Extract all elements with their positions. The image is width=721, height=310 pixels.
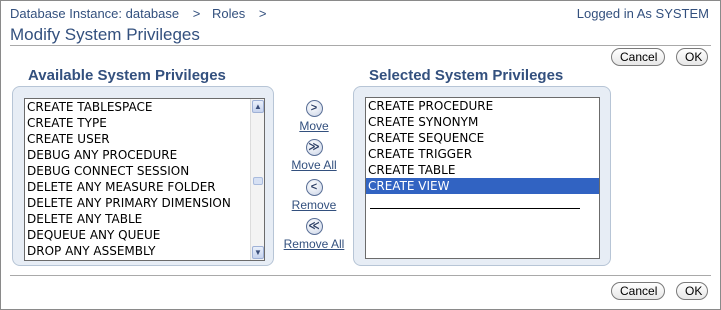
selected-privileges-list[interactable]: CREATE PROCEDURE CREATE SYNONYM CREATE SEQ… (365, 97, 600, 259)
available-privileges-panel: CREATE TABLESPACE CREATE TYPE CREATE USER D… (12, 86, 274, 266)
list-item[interactable]: CREATE TABLESPACE (25, 99, 250, 115)
move-control: > Move (274, 100, 354, 133)
list-item[interactable]: DELETE ANY PRIMARY DIMENSION (25, 195, 250, 211)
remove-control: < Remove (274, 179, 354, 212)
move-link[interactable]: Move (274, 119, 354, 133)
move-left-icon[interactable]: < (305, 179, 323, 196)
list-item[interactable]: DEQUEUE ANY QUEUE (25, 227, 250, 243)
breadcrumb-link-roles[interactable]: Roles (212, 6, 245, 21)
logged-in-status: Logged in As SYSTEM (576, 6, 709, 21)
page-title: Modify System Privileges (10, 25, 200, 44)
list-item[interactable]: CREATE VIEW (366, 178, 599, 194)
breadcrumb: Database Instance: database > Roles > (10, 6, 274, 21)
scroll-up-icon[interactable]: ▲ (252, 100, 264, 113)
move-right-icon[interactable]: > (305, 100, 323, 117)
breadcrumb-link-instance[interactable]: Database Instance: database (10, 6, 179, 21)
breadcrumb-separator: > (258, 6, 267, 21)
scroll-down-icon[interactable]: ▼ (252, 246, 264, 259)
ok-button-bottom[interactable]: OK (676, 282, 708, 300)
footer-divider (10, 275, 711, 276)
available-privileges-title: Available System Privileges (28, 67, 226, 84)
available-privileges-list[interactable]: CREATE TABLESPACE CREATE TYPE CREATE USER D… (24, 98, 265, 261)
ok-button-top[interactable]: OK (676, 48, 708, 66)
title-divider (10, 45, 711, 46)
list-item[interactable]: CREATE SYNONYM (366, 114, 599, 130)
available-items: CREATE TABLESPACE CREATE TYPE CREATE USER D… (25, 99, 250, 259)
selected-privileges-panel: CREATE PROCEDURE CREATE SYNONYM CREATE SEQ… (353, 86, 611, 266)
cancel-button-top[interactable]: Cancel (611, 48, 665, 66)
selected-items: CREATE PROCEDURE CREATE SYNONYM CREATE SEQ… (366, 98, 599, 194)
list-item[interactable]: DEBUG ANY PROCEDURE (25, 147, 250, 163)
list-item[interactable]: CREATE TYPE (25, 115, 250, 131)
remove-all-link[interactable]: Remove All (274, 237, 354, 251)
list-item[interactable]: CREATE TABLE (366, 162, 599, 178)
move-all-control: ≫ Move All (274, 139, 354, 172)
selected-privileges-title: Selected System Privileges (369, 67, 564, 84)
scroll-thumb[interactable] (253, 177, 263, 185)
list-item[interactable]: CREATE PROCEDURE (366, 98, 599, 114)
list-item[interactable]: DELETE ANY MEASURE FOLDER (25, 179, 250, 195)
cancel-button-bottom[interactable]: Cancel (611, 282, 665, 300)
breadcrumb-separator: > (192, 6, 201, 21)
list-item[interactable]: DEBUG CONNECT SESSION (25, 163, 250, 179)
list-item[interactable]: CREATE TRIGGER (366, 146, 599, 162)
list-item[interactable]: CREATE SEQUENCE (366, 130, 599, 146)
list-item[interactable]: DROP ANY ASSEMBLY (25, 243, 250, 259)
move-all-link[interactable]: Move All (274, 158, 354, 172)
remove-link[interactable]: Remove (274, 198, 354, 212)
list-item[interactable]: DELETE ANY TABLE (25, 211, 250, 227)
remove-all-control: ≪ Remove All (274, 218, 354, 251)
move-all-left-icon[interactable]: ≪ (305, 218, 323, 235)
list-item[interactable]: CREATE USER (25, 131, 250, 147)
list-end-line (370, 208, 580, 209)
move-all-right-icon[interactable]: ≫ (305, 139, 323, 156)
available-list-scrollbar[interactable]: ▲ ▼ (250, 99, 264, 260)
